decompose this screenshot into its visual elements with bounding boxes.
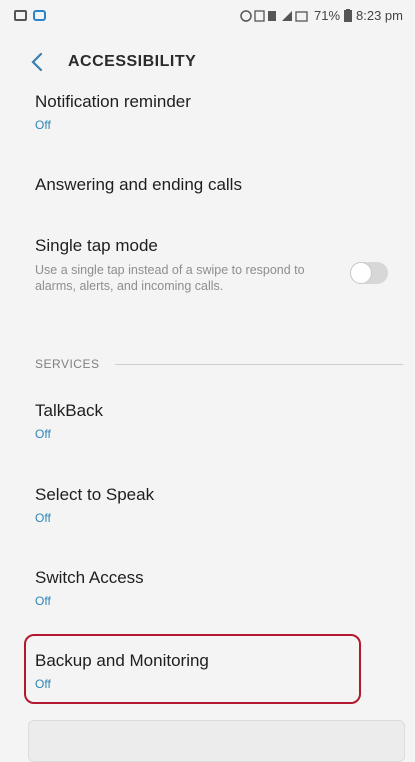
page-title: ACCESSIBILITY [68, 53, 197, 70]
switch-access-item[interactable]: Switch Access Off [35, 568, 395, 608]
answering-ending-calls-item[interactable]: Answering and ending calls [35, 175, 395, 195]
gallery-icon [14, 10, 27, 21]
app-notification-icon [33, 10, 46, 21]
talkback-item[interactable]: TalkBack Off [35, 401, 395, 441]
clock: 8:23 pm [356, 8, 403, 23]
item-title: Select to Speak [35, 485, 155, 504]
item-title: Answering and ending calls [35, 175, 242, 194]
single-tap-mode-item[interactable]: Single tap mode Use a single tap instead… [35, 236, 395, 294]
battery-icon [344, 9, 353, 22]
item-status: Off [35, 594, 51, 608]
item-status: Off [35, 118, 51, 132]
item-title: TalkBack [35, 401, 104, 420]
item-title: Backup and Monitoring [35, 651, 209, 670]
battery-percent: 71% [313, 8, 341, 23]
item-description: Use a single tap instead of a swipe to r… [35, 263, 305, 293]
select-to-speak-item[interactable]: Select to Speak Off [35, 485, 395, 525]
backup-and-monitoring-item[interactable]: Backup and Monitoring Off [35, 651, 395, 691]
toggle-knob [350, 262, 372, 284]
item-title: Notification reminder [35, 92, 191, 111]
item-status: Off [35, 511, 51, 525]
signal-icons [240, 9, 310, 23]
item-title: Single tap mode [35, 236, 158, 255]
section-divider [115, 364, 403, 365]
status-bar: 71% 8:23 pm [0, 0, 415, 36]
status-right: 71% 8:23 pm [240, 8, 403, 23]
item-title: Switch Access [35, 568, 144, 587]
single-tap-mode-toggle[interactable] [350, 262, 388, 284]
item-status: Off [35, 427, 51, 441]
services-section-header: SERVICES [35, 357, 100, 371]
status-left-icons [14, 10, 46, 21]
app-bar: ACCESSIBILITY [0, 36, 415, 88]
notification-reminder-item[interactable]: Notification reminder Off [35, 92, 395, 132]
back-arrow-icon[interactable] [28, 50, 46, 74]
item-status: Off [35, 677, 51, 691]
next-item-card [28, 720, 405, 762]
